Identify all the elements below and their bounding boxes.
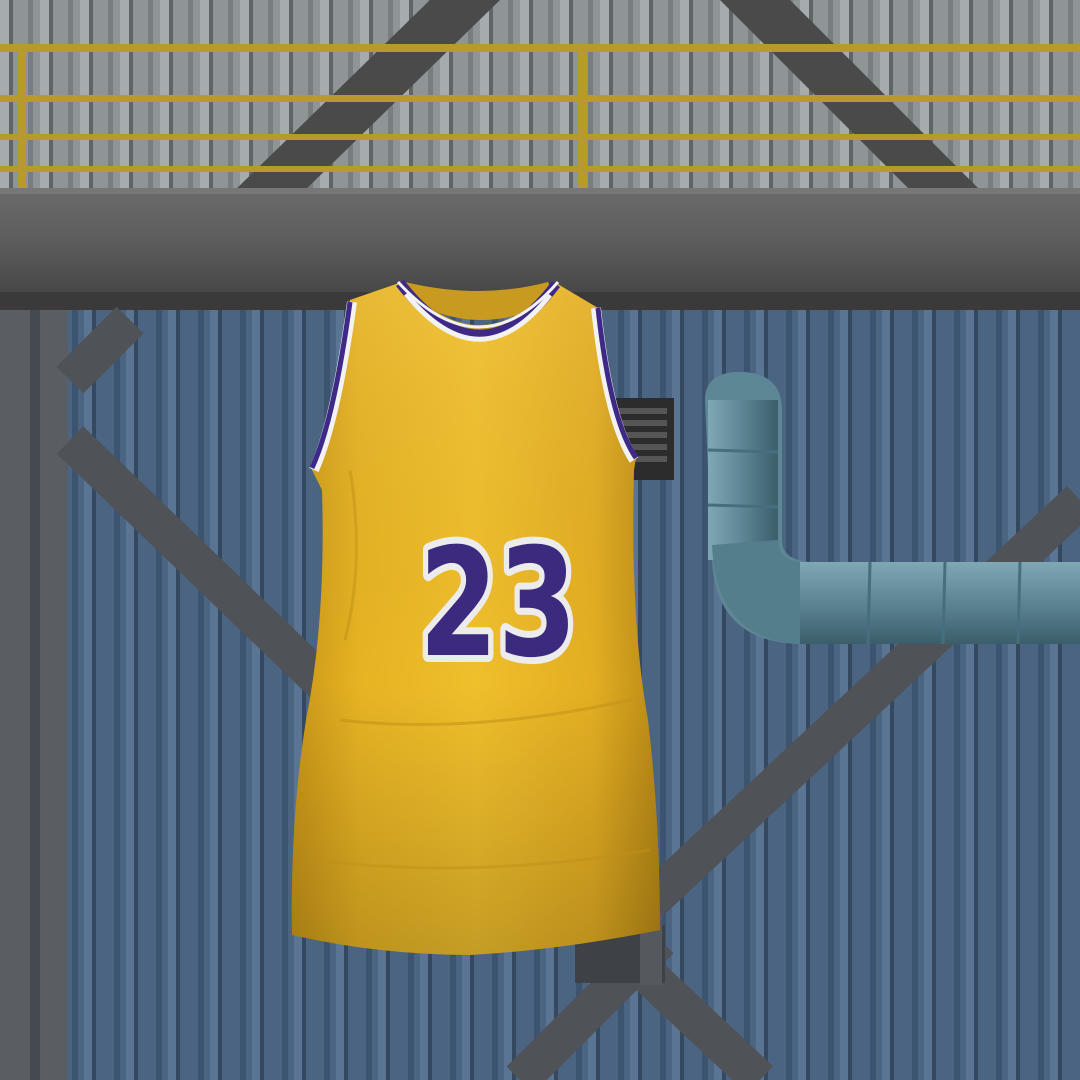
jersey-number: 23 [419,517,577,691]
jersey[interactable]: 23 23 [291,279,660,955]
game-scene: 23 23 [0,0,1080,1080]
beam-edge [0,188,1080,194]
scene-canvas: 23 23 [0,0,1080,1080]
